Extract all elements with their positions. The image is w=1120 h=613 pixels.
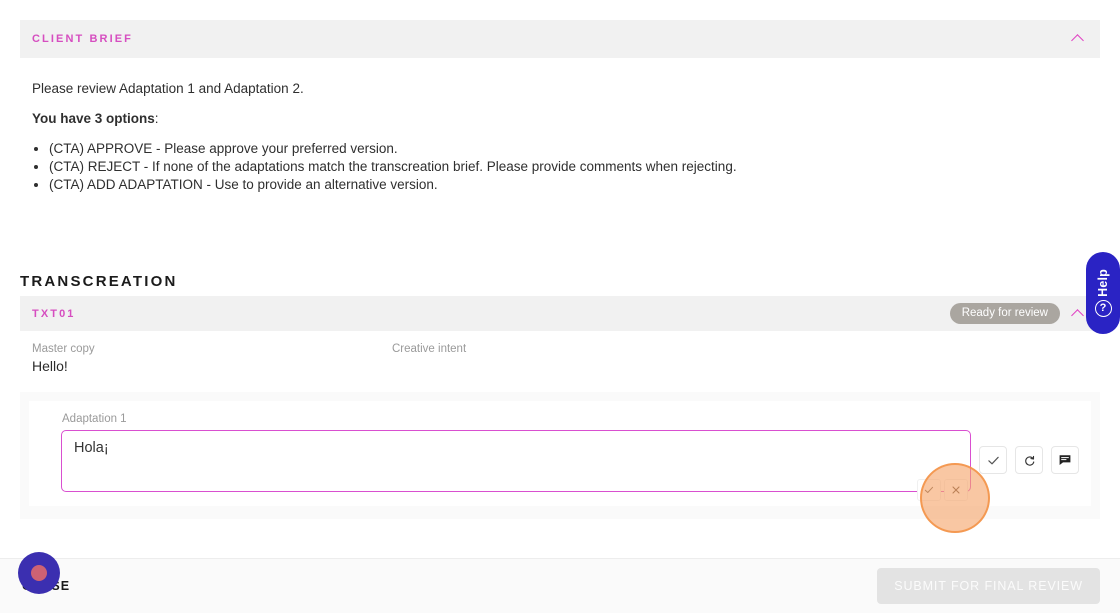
client-brief-panel: CLIENT BRIEF Please review Adaptation 1 … xyxy=(20,20,1100,202)
refresh-icon xyxy=(1024,455,1034,466)
client-brief-header[interactable]: CLIENT BRIEF xyxy=(20,20,1100,58)
confirm-edit-button[interactable] xyxy=(917,479,941,501)
footer-bar: CLOSE SUBMIT FOR FINAL REVIEW xyxy=(0,558,1120,613)
close-button[interactable]: CLOSE xyxy=(22,579,70,593)
comment-adaptation-button[interactable] xyxy=(1051,446,1079,474)
reset-adaptation-button[interactable] xyxy=(1015,446,1043,474)
cancel-edit-button[interactable] xyxy=(944,479,968,501)
adaptation-zone: Adaptation 1 xyxy=(20,392,1100,519)
question-circle-icon: ? xyxy=(1094,300,1112,318)
status-badge: Ready for review xyxy=(949,303,1060,324)
brief-options-heading-suffix: : xyxy=(154,111,159,126)
client-brief-title: CLIENT BRIEF xyxy=(32,33,133,45)
adaptation-label: Adaptation 1 xyxy=(62,413,127,425)
check-icon xyxy=(924,486,934,493)
adaptation-mini-actions xyxy=(917,479,968,501)
list-item: (CTA) ADD ADAPTATION - Use to provide an… xyxy=(49,176,1088,194)
approve-adaptation-button[interactable] xyxy=(979,446,1007,474)
submit-for-final-review-button[interactable]: SUBMIT FOR FINAL REVIEW xyxy=(877,568,1100,604)
list-item: (CTA) REJECT - If none of the adaptation… xyxy=(49,158,1088,176)
chevron-up-icon[interactable] xyxy=(1072,307,1086,321)
transcreation-card-code: TXT01 xyxy=(32,307,76,320)
master-copy-value: Hello! xyxy=(32,358,68,374)
adaptation-input[interactable] xyxy=(61,430,971,492)
brief-options-heading-text: You have 3 options xyxy=(32,111,155,126)
brief-options-heading: You have 3 options: xyxy=(32,104,1088,134)
list-item: (CTA) APPROVE - Please approve your pref… xyxy=(49,140,1088,158)
chevron-up-icon[interactable] xyxy=(1072,32,1086,46)
transcreation-card-header[interactable]: TXT01 Ready for review xyxy=(20,296,1100,331)
master-copy-row: Master copy Hello! Creative intent xyxy=(20,331,1100,392)
check-icon xyxy=(987,456,999,464)
creative-intent-column: Creative intent xyxy=(392,343,1088,374)
brief-intro-text: Please review Adaptation 1 and Adaptatio… xyxy=(32,81,304,96)
adaptation-card: Adaptation 1 xyxy=(29,401,1091,506)
comment-icon xyxy=(1059,455,1071,465)
close-icon xyxy=(952,486,960,494)
brief-options-list: (CTA) APPROVE - Please approve your pref… xyxy=(32,140,1088,194)
page-title: TRANSCREATION xyxy=(20,273,178,291)
transcreation-card: TXT01 Ready for review Master copy Hello… xyxy=(20,296,1100,519)
help-widget-button[interactable]: Help ? xyxy=(1086,252,1120,334)
master-copy-label: Master copy xyxy=(32,343,95,355)
creative-intent-label: Creative intent xyxy=(392,343,467,355)
transcreation-card-header-right: Ready for review xyxy=(949,303,1086,324)
client-brief-body: Please review Adaptation 1 and Adaptatio… xyxy=(20,58,1100,202)
help-widget-label: Help xyxy=(1096,268,1110,297)
transcreation-review-page: CLIENT BRIEF Please review Adaptation 1 … xyxy=(0,0,1120,613)
master-copy-column: Master copy Hello! xyxy=(32,343,392,374)
